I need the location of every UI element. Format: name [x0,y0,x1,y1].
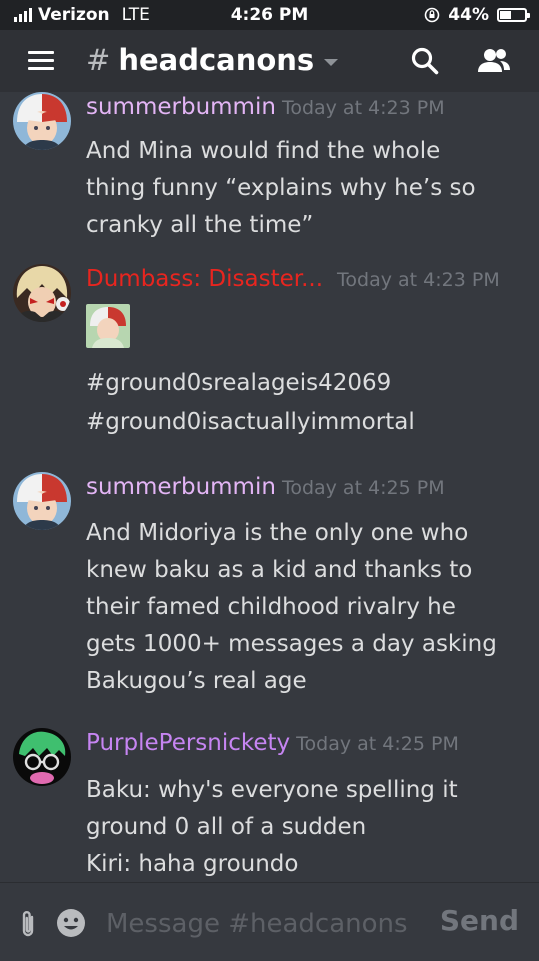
message-text: Baku: why's everyone spelling it ground … [86,772,526,882]
channel-hash: # [86,43,111,77]
status-bar: Verizon LTE 4:26 PM 44% [0,0,539,30]
message-line: ground 0 all of a sudden [86,814,367,840]
message-meta: summerbummin Today at 4:25 PM [86,474,445,500]
message-line: And Mina would find the whole [86,138,441,164]
message-list[interactable]: summerbummin Today at 4:23 PM And Mina wo… [0,92,539,882]
channel-title[interactable]: # headcanons [86,43,339,77]
avatar[interactable] [13,92,71,150]
message-line: #ground0isactuallyimmortal [86,409,415,435]
channel-header: # headcanons [0,30,539,92]
message-meta: PurplePersnickety Today at 4:25 PM [86,730,459,756]
chevron-down-icon [324,58,339,66]
avatar[interactable] [13,264,71,322]
message-line: knew baku as a kid and thanks to [86,557,473,583]
message-line: Kiri: haha groundo [86,851,299,877]
members-icon[interactable] [476,46,512,76]
message-line: Bakugou’s real age [86,668,307,694]
timestamp: Today at 4:23 PM [337,269,500,291]
author-name[interactable]: summerbummin [86,474,276,500]
timestamp: Today at 4:25 PM [281,477,445,499]
hamburger-icon[interactable] [28,51,54,71]
avatar[interactable] [13,728,71,786]
message-meta: summerbummin Today at 4:23 PM [86,94,445,120]
message-input[interactable] [104,903,438,945]
send-button[interactable]: Send [434,903,525,938]
message-line: their famed childhood rivalry he [86,594,456,620]
message-text: #ground0srealageis42069 #ground0isactual… [86,364,526,442]
orientation-lock-icon [424,7,440,23]
attachment-icon[interactable] [18,909,38,939]
message-line: cranky all the time” [86,212,314,238]
message-text: And Midoriya is the only one who knew ba… [86,515,526,700]
message-line: Baku: why's everyone spelling it [86,777,458,803]
author-name[interactable]: summerbummin [86,94,276,120]
message-line: #ground0srealageis42069 [86,370,392,396]
battery-percent: 44% [448,5,489,25]
avatar[interactable] [13,472,71,530]
image-attachment[interactable] [86,304,130,348]
emoji-icon[interactable] [55,907,87,939]
channel-name: headcanons [118,43,315,77]
message-meta: Dumbass: Disaster... Today at 4:23 PM [86,266,500,292]
author-name[interactable]: Dumbass: Disaster... [86,266,323,292]
message-text: And Mina would find the whole thing funn… [86,133,526,244]
message-line: thing funny “explains why he’s so [86,175,476,201]
battery-icon [497,8,530,22]
search-icon[interactable] [410,46,440,76]
message-line: gets 1000+ messages a day asking [86,631,497,657]
message-composer: Send [0,882,539,961]
timestamp: Today at 4:25 PM [296,733,459,755]
message-line: And Midoriya is the only one who [86,520,469,546]
author-name[interactable]: PurplePersnickety [86,730,290,756]
timestamp: Today at 4:23 PM [281,97,445,119]
